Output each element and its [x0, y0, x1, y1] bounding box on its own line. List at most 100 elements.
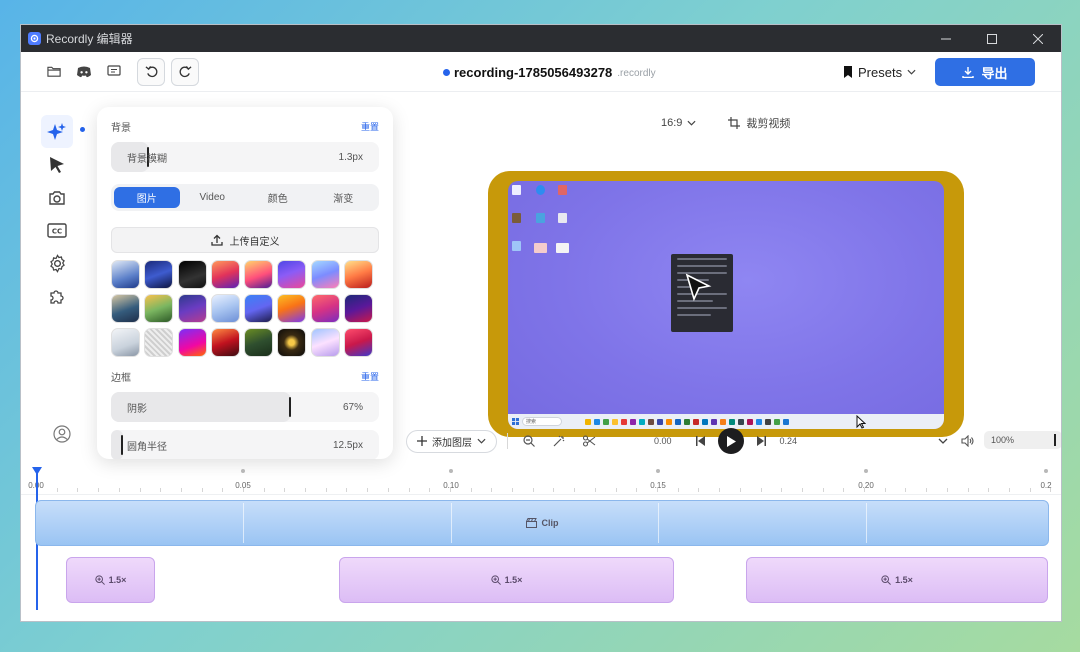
wallpaper-thumbnail[interactable]: [344, 294, 374, 323]
radius-slider-handle[interactable]: [121, 435, 123, 455]
volume-button[interactable]: [956, 435, 978, 447]
account-button[interactable]: [53, 425, 71, 448]
rail-captions[interactable]: CC: [41, 214, 73, 247]
wallpaper-thumbnail[interactable]: [144, 260, 174, 289]
wallpaper-thumbnail[interactable]: [144, 294, 174, 323]
timeline-minor-tick: [491, 488, 492, 492]
shadow-slider[interactable]: 阴影 67%: [111, 392, 379, 422]
rail-cursor[interactable]: [41, 148, 73, 181]
desktop-icon: [512, 241, 521, 251]
wallpaper-thumbnail[interactable]: [310, 328, 340, 357]
undo-button[interactable]: [137, 57, 165, 86]
mouse-cursor-icon: [856, 415, 866, 429]
upload-icon: [210, 234, 223, 246]
taskbar-search: 搜索: [522, 417, 562, 426]
project-filename: recording-1785056493278: [454, 64, 613, 80]
chevron-down-icon: [687, 120, 696, 126]
feedback-button[interactable]: [99, 58, 129, 86]
wallpaper-thumbnail[interactable]: [244, 328, 274, 357]
wallpaper-thumbnail[interactable]: [111, 294, 140, 323]
zoom-segment[interactable]: 1.5×: [339, 557, 674, 603]
title-bar: Recordly 编辑器: [21, 25, 1061, 52]
aspect-ratio-dropdown[interactable]: 16:9: [661, 117, 696, 129]
close-button[interactable]: [1015, 25, 1061, 52]
timeline-minor-tick: [264, 488, 265, 492]
tab-color[interactable]: 颜色: [245, 187, 311, 208]
discord-button[interactable]: [69, 58, 99, 86]
magic-tool-button[interactable]: [548, 435, 570, 447]
play-button[interactable]: [717, 428, 744, 454]
clip-track[interactable]: Clip: [35, 500, 1049, 546]
rail-settings[interactable]: [41, 247, 73, 280]
timeline-ruler[interactable]: 0.000.050.100.150.200.2: [21, 467, 1061, 495]
next-frame-button[interactable]: [750, 436, 772, 446]
tab-video[interactable]: Video: [180, 187, 246, 208]
radius-slider[interactable]: 圆角半径 12.5px: [111, 430, 379, 459]
export-button[interactable]: 导出: [935, 58, 1035, 86]
wallpaper-thumbnail[interactable]: [244, 294, 274, 323]
wallpaper-thumbnail[interactable]: [111, 260, 140, 289]
timeline-tick-marker: [241, 469, 245, 473]
wallpaper-thumbnail[interactable]: [177, 294, 207, 323]
redo-button[interactable]: [171, 57, 199, 86]
cursor-icon: [685, 273, 712, 301]
rail-camera[interactable]: [41, 181, 73, 214]
timeline-minor-tick: [574, 488, 575, 492]
minimize-button[interactable]: [923, 25, 969, 52]
previous-frame-button[interactable]: [690, 436, 712, 446]
open-folder-button[interactable]: [39, 58, 69, 86]
wallpaper-thumbnail[interactable]: [244, 260, 274, 289]
wallpaper-thumbnail[interactable]: [210, 260, 240, 289]
tab-image[interactable]: 图片: [114, 187, 180, 208]
tab-gradient[interactable]: 渐变: [311, 187, 377, 208]
frame-reset-button[interactable]: 重置: [361, 370, 379, 383]
crop-icon: [728, 117, 741, 129]
cursor-icon: [50, 156, 64, 173]
timeline-minor-tick: [305, 488, 306, 492]
zoom-level-handle[interactable]: [1054, 434, 1056, 446]
wallpaper-thumbnail[interactable]: [277, 328, 307, 357]
timeline-minor-tick: [1050, 488, 1051, 492]
presets-dropdown[interactable]: Presets: [843, 52, 916, 92]
toolbar: recording-1785056493278 .recordly Preset…: [21, 52, 1061, 92]
shadow-slider-handle[interactable]: [289, 397, 291, 417]
timeline-minor-tick: [595, 488, 596, 492]
wallpaper-thumbnail[interactable]: [177, 260, 207, 289]
wallpaper-thumbnail[interactable]: [210, 328, 240, 357]
maximize-button[interactable]: [969, 25, 1015, 52]
wallpaper-thumbnail[interactable]: [277, 260, 307, 289]
timeline-minor-tick: [346, 488, 347, 492]
split-button[interactable]: [578, 435, 600, 447]
zoom-level-slider[interactable]: 100%: [984, 431, 1061, 449]
volume-icon: [960, 435, 974, 447]
zoom-segment-label: 1.5×: [895, 575, 913, 585]
background-reset-button[interactable]: 重置: [361, 120, 379, 133]
gear-icon: [49, 254, 65, 273]
timeline-minor-tick: [988, 488, 989, 492]
wallpaper-thumbnail[interactable]: [210, 294, 240, 323]
more-options-dropdown[interactable]: [932, 438, 954, 444]
wallpaper-thumbnail[interactable]: [310, 260, 340, 289]
upload-custom-button[interactable]: 上传自定义: [111, 227, 379, 253]
wallpaper-thumbnail[interactable]: [344, 260, 374, 289]
blur-label: 背景模糊: [127, 153, 167, 165]
wallpaper-thumbnail[interactable]: [344, 328, 374, 357]
rail-effects[interactable]: [41, 115, 73, 148]
blur-slider[interactable]: 背景模糊 1.3px: [111, 142, 379, 172]
zoom-in-icon: [881, 575, 892, 585]
wallpaper-thumbnail[interactable]: [144, 328, 174, 357]
wallpaper-thumbnail[interactable]: [310, 294, 340, 323]
crop-video-button[interactable]: 裁剪视频: [728, 115, 790, 131]
timeline-minor-tick: [388, 488, 389, 492]
wallpaper-thumbnail[interactable]: [177, 328, 207, 357]
zoom-tool-button[interactable]: [518, 435, 540, 447]
captions-icon: CC: [47, 223, 67, 238]
rail-extensions[interactable]: [41, 280, 73, 313]
zoom-segment[interactable]: 1.5×: [746, 557, 1048, 603]
timeline-minor-tick: [843, 488, 844, 492]
video-preview[interactable]: 搜索: [488, 171, 964, 437]
wallpaper-thumbnail[interactable]: [277, 294, 307, 323]
wallpaper-thumbnail[interactable]: [111, 328, 140, 357]
add-layer-button[interactable]: 添加图层: [406, 429, 497, 453]
zoom-segment[interactable]: 1.5×: [66, 557, 155, 603]
